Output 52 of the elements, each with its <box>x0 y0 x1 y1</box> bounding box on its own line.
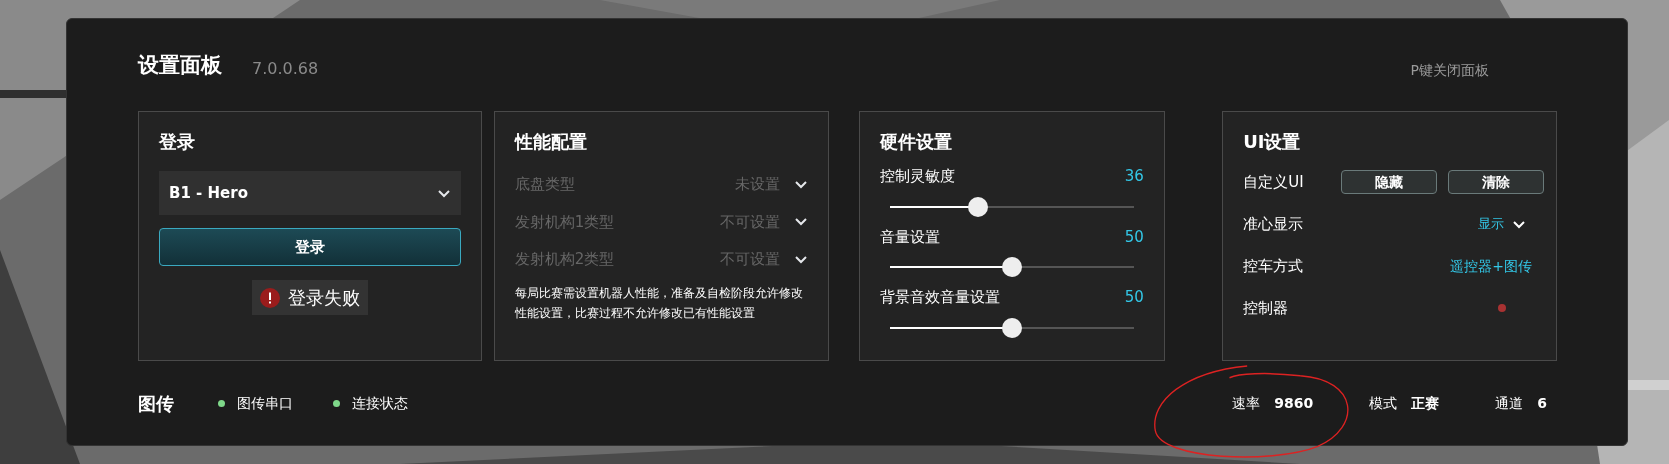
indicator-label: 图传串口 <box>237 393 293 413</box>
crosshair-dropdown[interactable]: 显示 <box>1478 214 1526 234</box>
performance-note: 每局比赛需设置机器人性能，准备及自检阶段允许修改性能设置，比赛过程不允许修改已有性能设置 <box>514 284 804 322</box>
field-label: 发射机构2类型 <box>514 249 615 270</box>
card-title: UI设置 <box>1243 130 1302 154</box>
ui-button[interactable]: 清除 <box>1448 170 1544 194</box>
chevron-down-icon <box>793 217 808 227</box>
slider-track[interactable] <box>890 257 1134 277</box>
slider-reading: 50 <box>1124 226 1144 248</box>
close-hint: P键关闭面板 <box>1410 61 1489 80</box>
chevron-down-icon <box>793 254 808 264</box>
error-icon <box>259 287 280 308</box>
setting-label: 自定义UI <box>1243 171 1304 193</box>
field-value: 未设置 <box>734 174 780 195</box>
slider-reading: 50 <box>1124 287 1144 308</box>
field-value: 不可设置 <box>719 211 780 233</box>
stat-value: 6 <box>1537 393 1547 413</box>
slider-reading: 36 <box>1124 166 1144 187</box>
card-title: 硬件设置 <box>880 130 954 154</box>
slider-label: 音量设置 <box>880 226 941 248</box>
slider-thumb[interactable] <box>1002 257 1023 277</box>
setting-label: 控制器 <box>1243 297 1289 319</box>
card-title: 登录 <box>159 130 196 154</box>
slider-label: 背景音效音量设置 <box>880 287 1001 308</box>
setting-label: 准心显示 <box>1243 213 1304 235</box>
slider-track[interactable] <box>890 317 1134 338</box>
field-label: 发射机构1类型 <box>514 211 615 233</box>
robot-dropdown[interactable]: B1 - Hero <box>159 171 461 215</box>
card-title: 性能配置 <box>514 130 588 154</box>
chevron-down-icon <box>436 188 451 198</box>
slider-thumb[interactable] <box>1002 317 1023 338</box>
stat-value: 9860 <box>1274 393 1314 413</box>
error-text: 登录失败 <box>287 286 360 310</box>
setting-label: 控车方式 <box>1243 255 1304 277</box>
stat-label: 模式 <box>1369 393 1398 413</box>
chevron-down-icon <box>1512 219 1526 229</box>
field-label: 底盘类型 <box>514 174 575 195</box>
panel-title: 设置面板 <box>138 51 222 79</box>
ui-button[interactable]: 隐藏 <box>1341 170 1437 194</box>
chevron-down-icon <box>793 179 808 189</box>
stat-label: 通道 <box>1495 393 1524 413</box>
version-text: 7.0.0.68 <box>252 58 319 80</box>
stat-value: 正赛 <box>1411 393 1440 413</box>
footer-title: 图传 <box>138 391 174 416</box>
slider-label: 控制灵敏度 <box>880 166 956 187</box>
stat-label: 速率 <box>1232 393 1261 413</box>
setting-value: 遥控器+图传 <box>1450 256 1532 276</box>
indicator-label: 连接状态 <box>352 393 408 413</box>
field-value: 不可设置 <box>719 249 780 270</box>
login-button[interactable]: 登录 <box>159 228 461 266</box>
slider-thumb[interactable] <box>968 196 989 217</box>
slider-track[interactable] <box>890 196 1134 217</box>
